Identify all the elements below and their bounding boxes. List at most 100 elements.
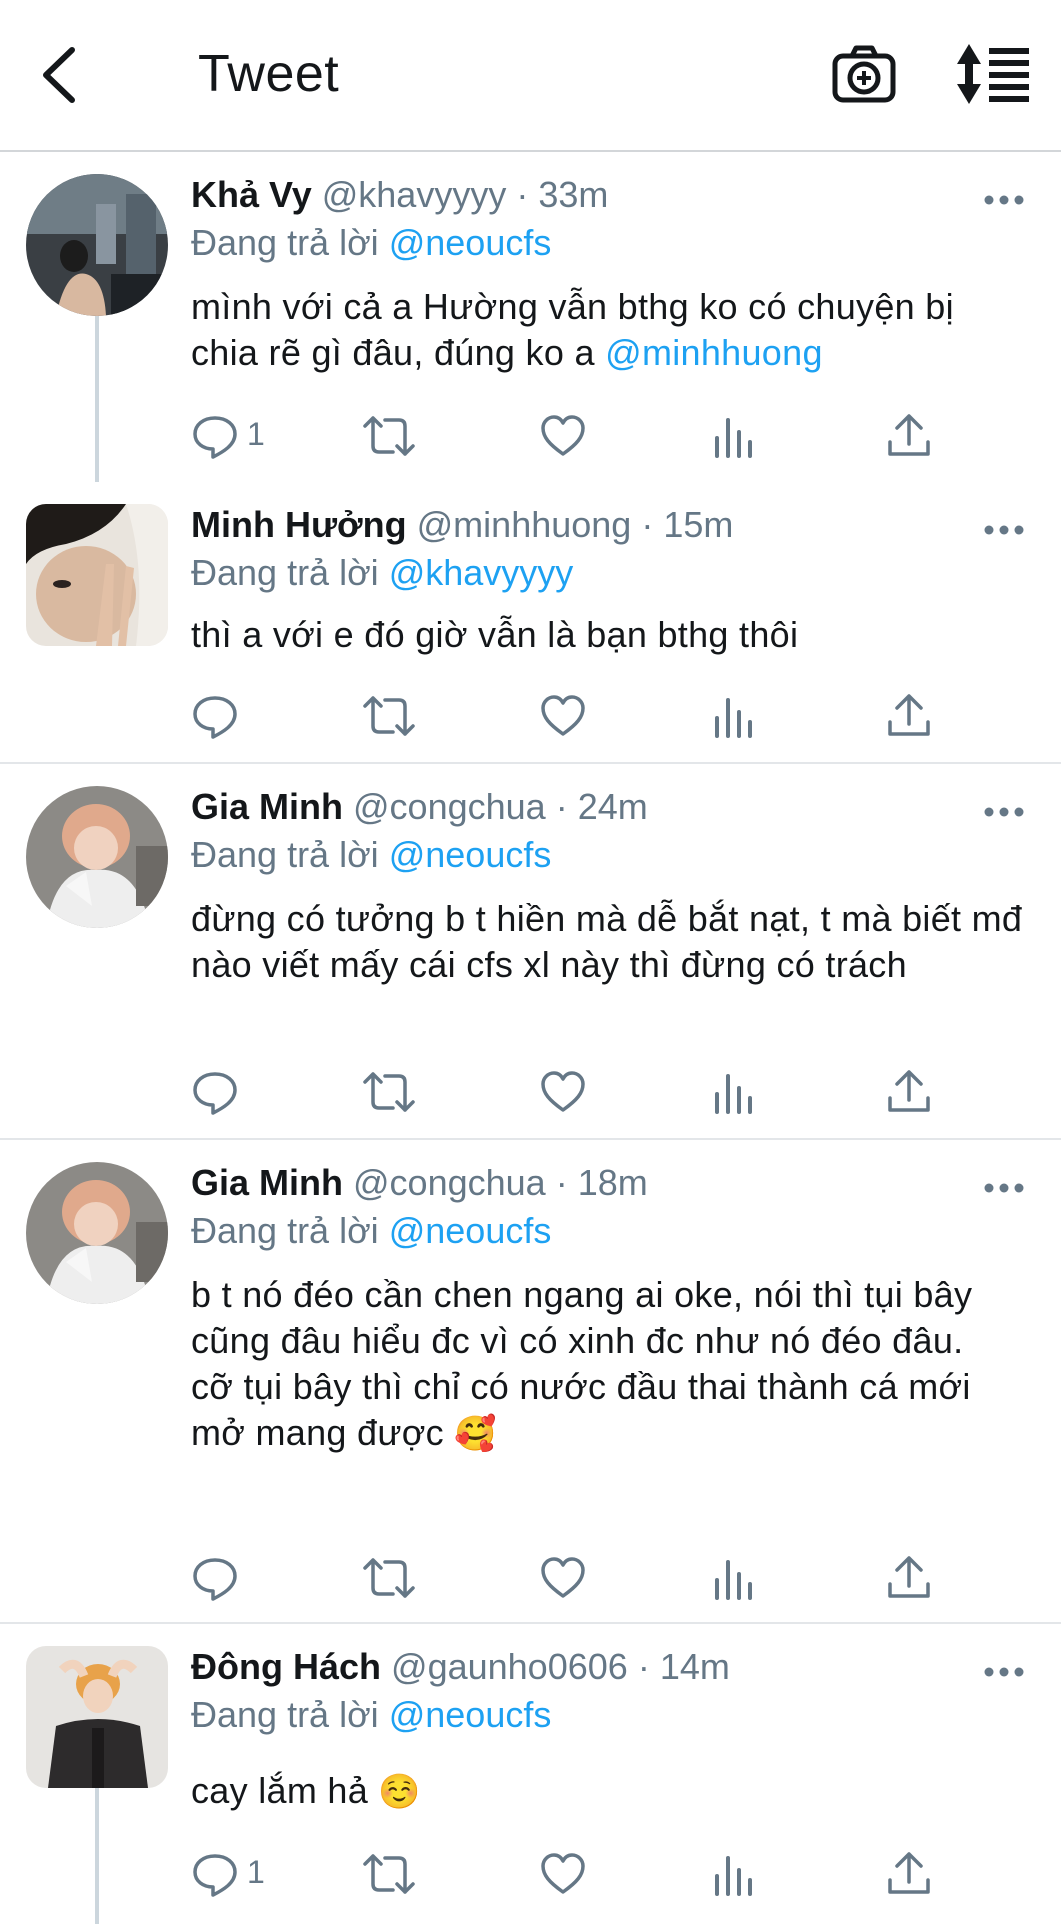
analytics-button[interactable]	[709, 1068, 759, 1118]
share-button[interactable]	[885, 1554, 935, 1604]
author-handle[interactable]: @minhhuong	[417, 504, 632, 545]
author-name[interactable]: Khả Vy	[191, 174, 312, 215]
text-mention[interactable]: @minhhuong	[605, 332, 823, 373]
camera-button[interactable]	[830, 44, 900, 106]
separator-dot: ·	[555, 1162, 568, 1203]
more-dots-icon	[984, 1183, 1024, 1193]
camera-plus-icon	[832, 45, 896, 103]
tweet-text-line: cỡ tụi bây thì chỉ có nước đầu thai thàn…	[191, 1364, 1031, 1457]
analytics-button[interactable]	[709, 1850, 759, 1900]
share-button[interactable]	[885, 1850, 935, 1900]
reply-button[interactable]	[191, 692, 291, 742]
action-bar: 1	[191, 1850, 971, 1900]
analytics-bars-icon	[715, 1560, 752, 1600]
top-bar: Tweet	[0, 0, 1061, 152]
heart-icon	[541, 1557, 585, 1598]
tweet-header: Gia Minh @congchua · 24m	[191, 786, 1021, 828]
tweet-time: 24m	[577, 786, 648, 827]
reply-to-mention[interactable]: @neoucfs	[389, 834, 552, 875]
tweet-item[interactable]: Gia Minh @congchua · 18m Đang trả lời @n…	[0, 1140, 1061, 1624]
page-title: Tweet	[198, 45, 340, 103]
avatar[interactable]	[26, 174, 168, 316]
more-options-button[interactable]	[982, 520, 1026, 540]
like-button[interactable]	[539, 1068, 589, 1118]
tweet-text: b t nó đéo cần chen ngang ai oke, nói th…	[191, 1272, 1031, 1457]
tweet-item[interactable]: Đông Hách @gaunho0606 · 14m Đang trả lời…	[0, 1624, 1061, 1924]
retweet-button[interactable]	[361, 1850, 417, 1900]
author-handle[interactable]: @khavyyyy	[322, 174, 507, 215]
tweet-text-content: cỡ tụi bây thì chỉ có nước đầu thai thàn…	[191, 1366, 971, 1453]
tweet-item[interactable]: Gia Minh @congchua · 24m Đang trả lời @n…	[0, 764, 1061, 1140]
author-name[interactable]: Gia Minh	[191, 786, 343, 827]
author-name[interactable]: Minh Hưởng	[191, 504, 407, 545]
avatar[interactable]	[26, 1646, 168, 1788]
reply-button[interactable]	[191, 1554, 291, 1604]
analytics-button[interactable]	[709, 412, 759, 462]
reply-button[interactable]	[191, 1068, 291, 1118]
avatar[interactable]	[26, 504, 168, 646]
like-button[interactable]	[539, 1850, 589, 1900]
smiling-face-emoji: ☺️	[378, 1772, 422, 1812]
reply-to-mention[interactable]: @neoucfs	[389, 222, 552, 263]
avatar[interactable]	[26, 786, 168, 928]
retweet-button[interactable]	[361, 692, 417, 742]
separator-dot: ·	[637, 1646, 650, 1687]
tweet-text-content: mình với cả a Hường vẫn bthg ko có chuyệ…	[191, 286, 954, 373]
reply-count: 1	[247, 1854, 265, 1890]
like-button[interactable]	[539, 412, 589, 462]
heart-icon	[541, 1071, 585, 1112]
reply-to-mention[interactable]: @neoucfs	[389, 1694, 552, 1735]
retweet-button[interactable]	[361, 1068, 417, 1118]
share-upload-icon	[888, 694, 930, 736]
author-handle[interactable]: @congchua	[353, 1162, 546, 1203]
like-button[interactable]	[539, 692, 589, 742]
more-options-button[interactable]	[982, 190, 1026, 210]
sort-button[interactable]	[955, 42, 1035, 108]
avatar[interactable]	[26, 1162, 168, 1304]
tweet-time: 18m	[577, 1162, 648, 1203]
tweet-header: Gia Minh @congchua · 18m	[191, 1162, 1021, 1204]
more-options-button[interactable]	[982, 1662, 1026, 1682]
reply-icon	[193, 416, 237, 459]
author-handle[interactable]: @congchua	[353, 786, 546, 827]
like-button[interactable]	[539, 1554, 589, 1604]
tweet-text: thì a với e đó giờ vẫn là bạn bthg thôi	[191, 614, 799, 655]
analytics-button[interactable]	[709, 692, 759, 742]
reply-icon	[193, 1072, 237, 1115]
replying-to: Đang trả lời @neoucfs	[191, 1210, 551, 1252]
more-options-button[interactable]	[982, 802, 1026, 822]
tweet-time: 14m	[659, 1646, 730, 1687]
reply-button[interactable]: 1	[191, 1850, 291, 1900]
thread-line	[95, 1784, 99, 1924]
analytics-bars-icon	[715, 698, 752, 738]
author-name[interactable]: Đông Hách	[191, 1646, 381, 1687]
reply-icon	[193, 1854, 237, 1897]
author-handle[interactable]: @gaunho0606	[391, 1646, 628, 1687]
tweet-item[interactable]: Minh Hưởng @minhhuong · 15m Đang trả lời…	[0, 482, 1061, 764]
heart-icon	[541, 415, 585, 456]
share-button[interactable]	[885, 1068, 935, 1118]
analytics-button[interactable]	[709, 1554, 759, 1604]
reply-button[interactable]: 1	[191, 412, 291, 462]
tweet-text: đừng có tưởng b t hiền mà dễ bắt nạt, t …	[191, 898, 1023, 985]
reply-prefix: Đang trả lời	[191, 834, 379, 875]
reply-to-mention[interactable]: @neoucfs	[389, 1210, 552, 1251]
tweet-item[interactable]: Khả Vy @khavyyyy · 33m Đang trả lời @neo…	[0, 152, 1061, 492]
more-options-button[interactable]	[982, 1178, 1026, 1198]
author-name[interactable]: Gia Minh	[191, 1162, 343, 1203]
tweet-text-content: cay lắm hả	[191, 1770, 369, 1811]
sort-list-icon	[957, 44, 1029, 104]
tweet-header: Khả Vy @khavyyyy · 33m	[191, 174, 1021, 216]
back-button[interactable]	[34, 40, 94, 110]
retweet-icon	[363, 1558, 415, 1598]
reply-prefix: Đang trả lời	[191, 552, 379, 593]
share-button[interactable]	[885, 412, 935, 462]
replying-to: Đang trả lời @neoucfs	[191, 1694, 551, 1736]
action-bar	[191, 1068, 971, 1118]
share-button[interactable]	[885, 692, 935, 742]
reply-to-mention[interactable]: @khavyyyy	[389, 552, 574, 593]
retweet-button[interactable]	[361, 1554, 417, 1604]
tweet-time: 15m	[663, 504, 734, 545]
tweet-time: 33m	[538, 174, 609, 215]
retweet-button[interactable]	[361, 412, 417, 462]
